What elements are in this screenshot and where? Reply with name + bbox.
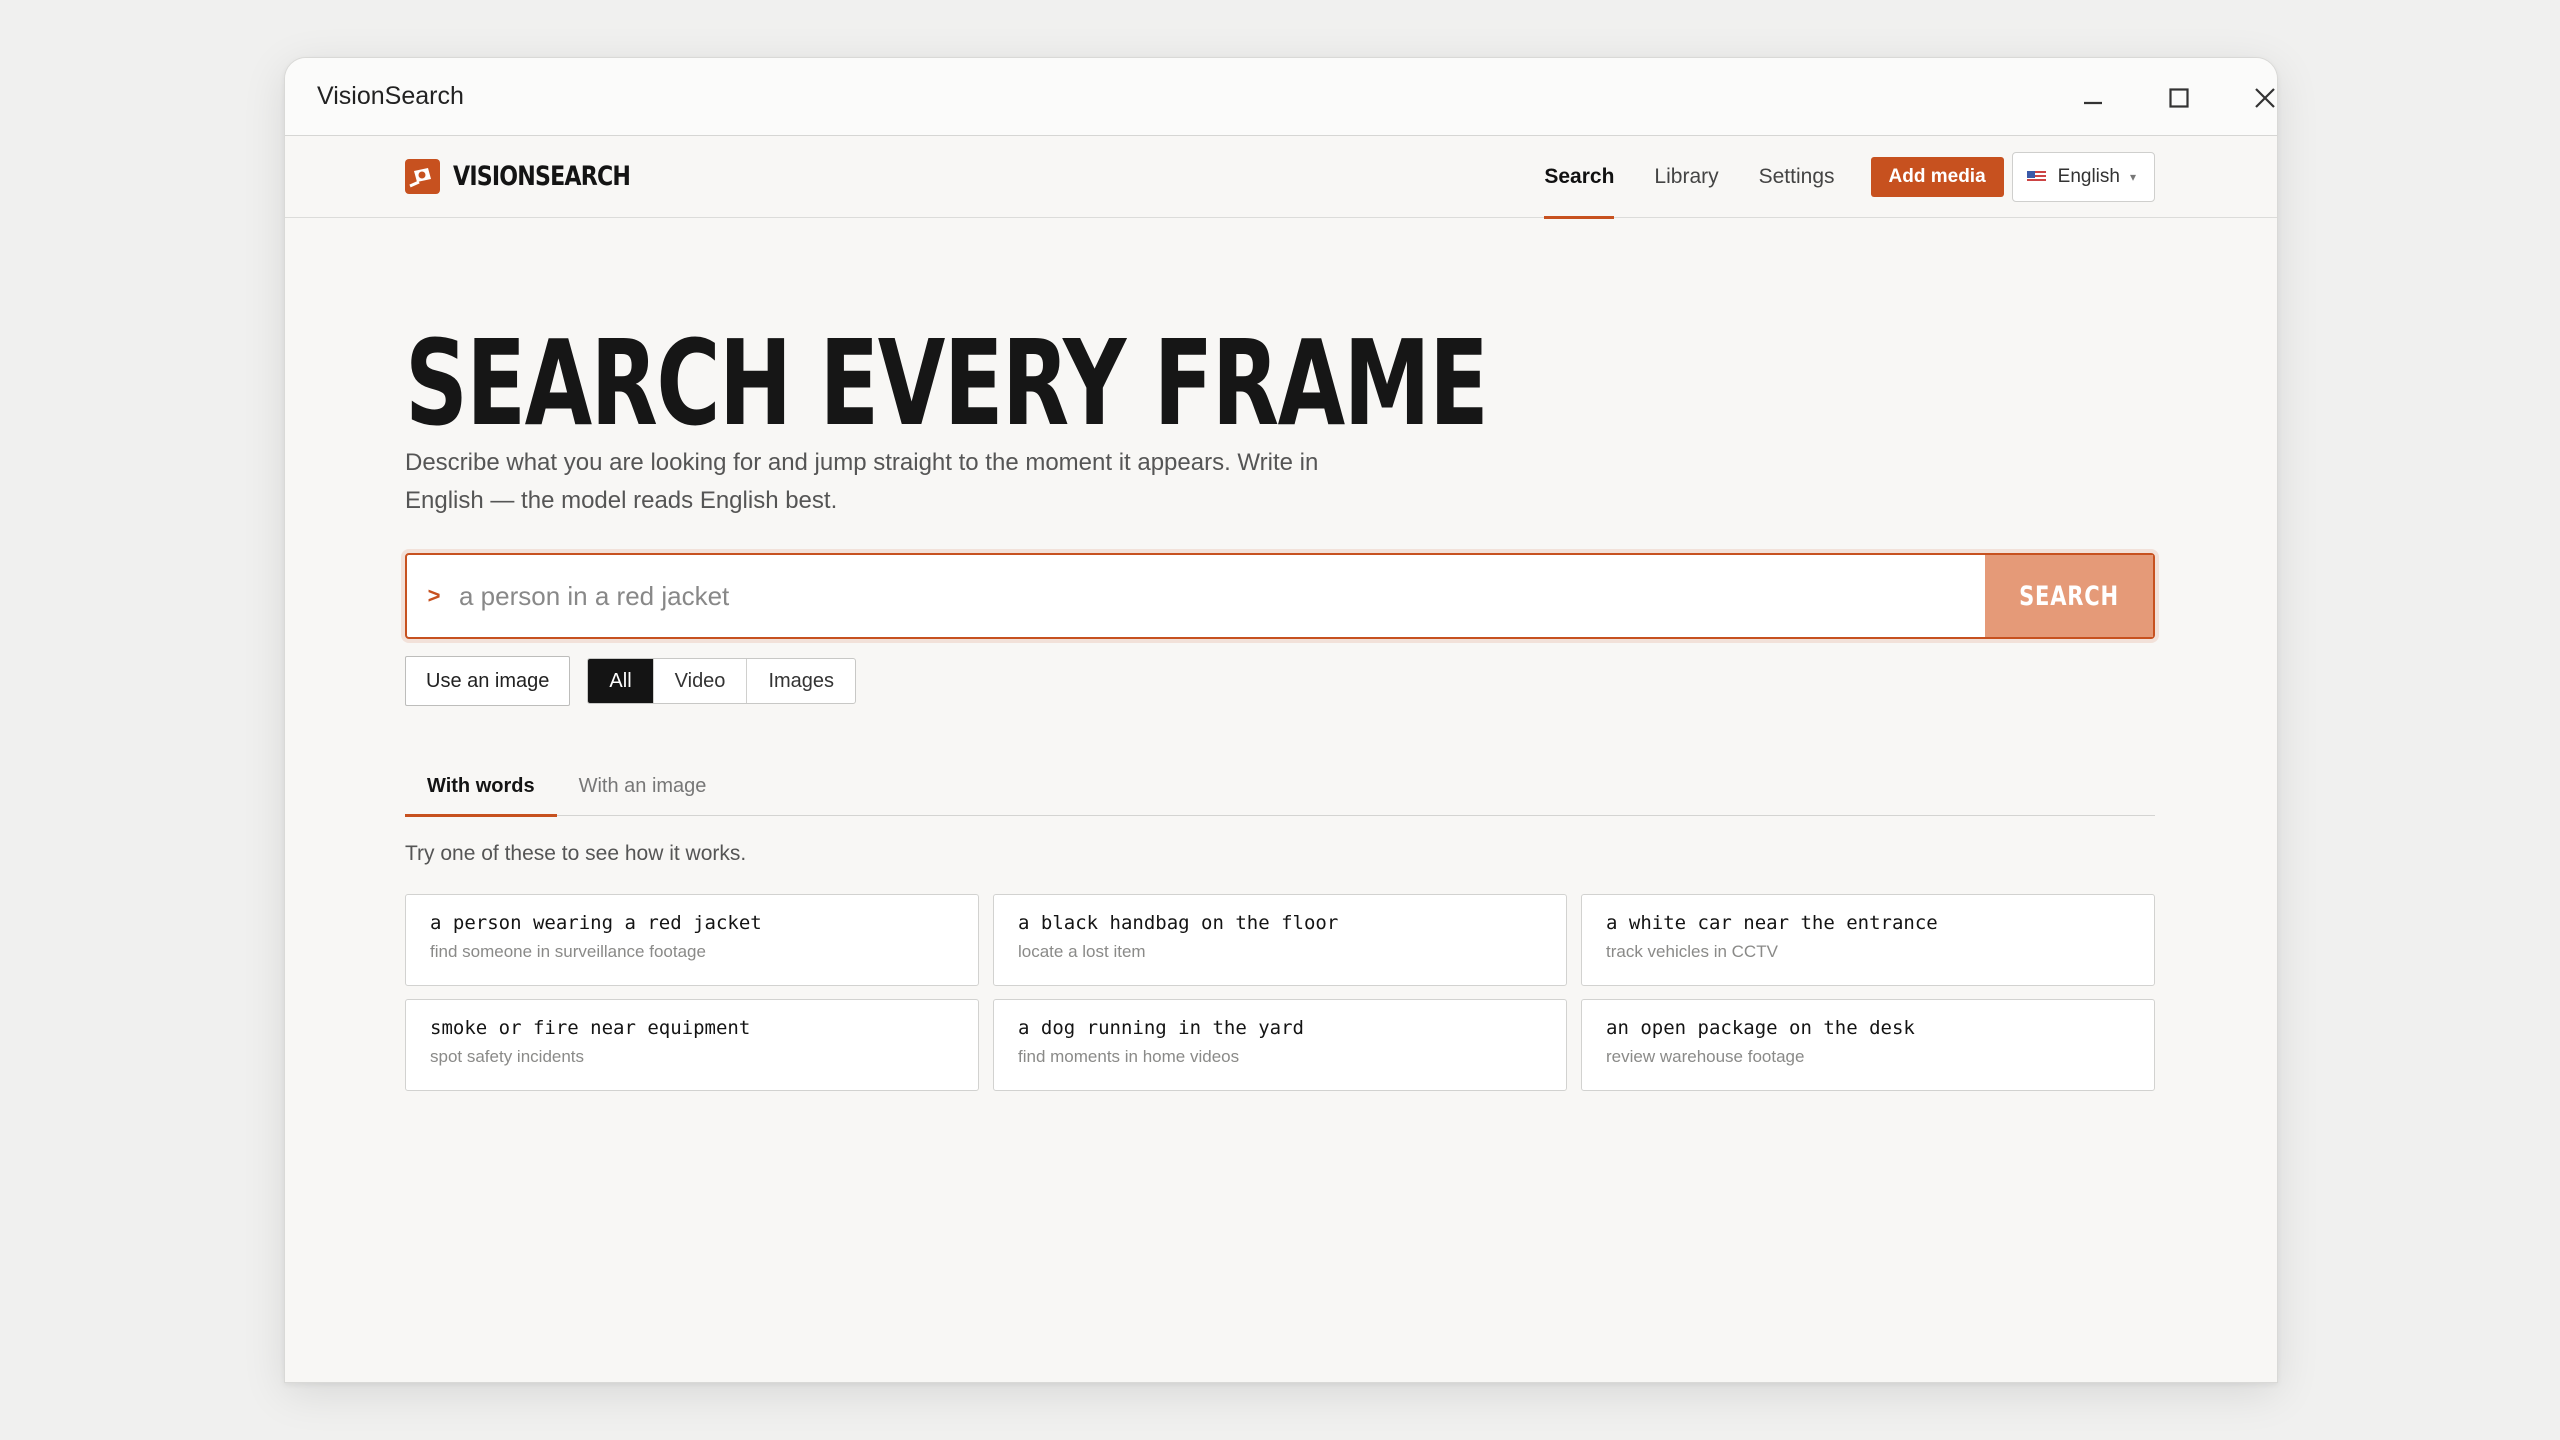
example-query: a white car near the entrance xyxy=(1606,912,1938,934)
example-description: review warehouse footage xyxy=(1606,1047,1805,1066)
brand[interactable]: VISIONSEARCH xyxy=(405,159,669,194)
example-query: a black handbag on the floor xyxy=(1018,912,1339,934)
nav-library[interactable]: Library xyxy=(1634,151,1738,203)
filter-row: Use an image All Video Images xyxy=(405,656,857,706)
example-description: spot safety incidents xyxy=(430,1047,585,1066)
prompt-icon: > xyxy=(427,583,441,608)
example-query: an open package on the desk xyxy=(1606,1017,1915,1039)
example-card[interactable]: smoke or fire near equipment spot safety… xyxy=(405,999,979,1091)
example-cards: a person wearing a red jacket find someo… xyxy=(405,894,2155,1091)
nav-search[interactable]: Search xyxy=(1524,151,1634,219)
nav-settings[interactable]: Settings xyxy=(1739,151,1855,203)
minimize-icon[interactable] xyxy=(2071,76,2115,120)
page-subtitle: Describe what you are looking for and ju… xyxy=(405,449,1319,514)
brand-name: VISIONSEARCH xyxy=(453,161,631,192)
search-bar: > SEARCH xyxy=(405,553,2155,639)
title-bar: VisionSearch xyxy=(285,58,2277,136)
logo-icon xyxy=(405,159,440,194)
window-title: VisionSearch xyxy=(317,82,464,110)
add-media-button[interactable]: Add media xyxy=(1870,157,2004,197)
language-label: English xyxy=(2057,166,2120,187)
search-mode-tabs: With words With an image xyxy=(405,758,2155,817)
example-card[interactable]: a black handbag on the floor locate a lo… xyxy=(993,894,1567,986)
us-flag-icon xyxy=(2026,171,2046,183)
example-description: locate a lost item xyxy=(1018,942,1146,961)
chevron-down-icon: ▾ xyxy=(2129,170,2136,184)
tab-with-image[interactable]: With an image xyxy=(557,758,729,816)
example-card[interactable]: an open package on the desk review wareh… xyxy=(1581,999,2155,1091)
filter-all[interactable]: All xyxy=(588,659,653,703)
filter-images[interactable]: Images xyxy=(746,659,855,703)
close-icon[interactable] xyxy=(2243,76,2277,120)
example-query: a dog running in the yard xyxy=(1018,1017,1304,1039)
examples-hint: Try one of these to see how it works. xyxy=(405,842,747,865)
filter-video[interactable]: Video xyxy=(652,659,747,703)
search-input[interactable] xyxy=(455,555,1985,637)
top-nav: VISIONSEARCH Search Library Settings Add… xyxy=(285,136,2277,219)
example-query: smoke or fire near equipment xyxy=(430,1017,751,1039)
app-window: VisionSearch VISIONSEARCH Search Library xyxy=(284,57,2278,1383)
language-select[interactable]: English ▾ xyxy=(2011,152,2155,202)
example-description: track vehicles in CCTV xyxy=(1606,942,1778,961)
example-card[interactable]: a white car near the entrance track vehi… xyxy=(1581,894,2155,986)
page-title: SEARCH EVERY FRAME xyxy=(405,314,1489,452)
search-button-label: SEARCH xyxy=(2019,580,2119,612)
example-description: find someone in surveillance footage xyxy=(430,942,706,961)
tab-with-words[interactable]: With words xyxy=(405,758,557,817)
example-description: find moments in home videos xyxy=(1018,1047,1240,1066)
maximize-icon[interactable] xyxy=(2157,76,2201,120)
use-image-button[interactable]: Use an image xyxy=(405,656,571,706)
example-card[interactable]: a dog running in the yard find moments i… xyxy=(993,999,1567,1091)
example-card[interactable]: a person wearing a red jacket find someo… xyxy=(405,894,979,986)
example-query: a person wearing a red jacket xyxy=(430,912,762,934)
search-button[interactable]: SEARCH xyxy=(1985,555,2153,637)
media-type-toggle: All Video Images xyxy=(587,658,857,704)
